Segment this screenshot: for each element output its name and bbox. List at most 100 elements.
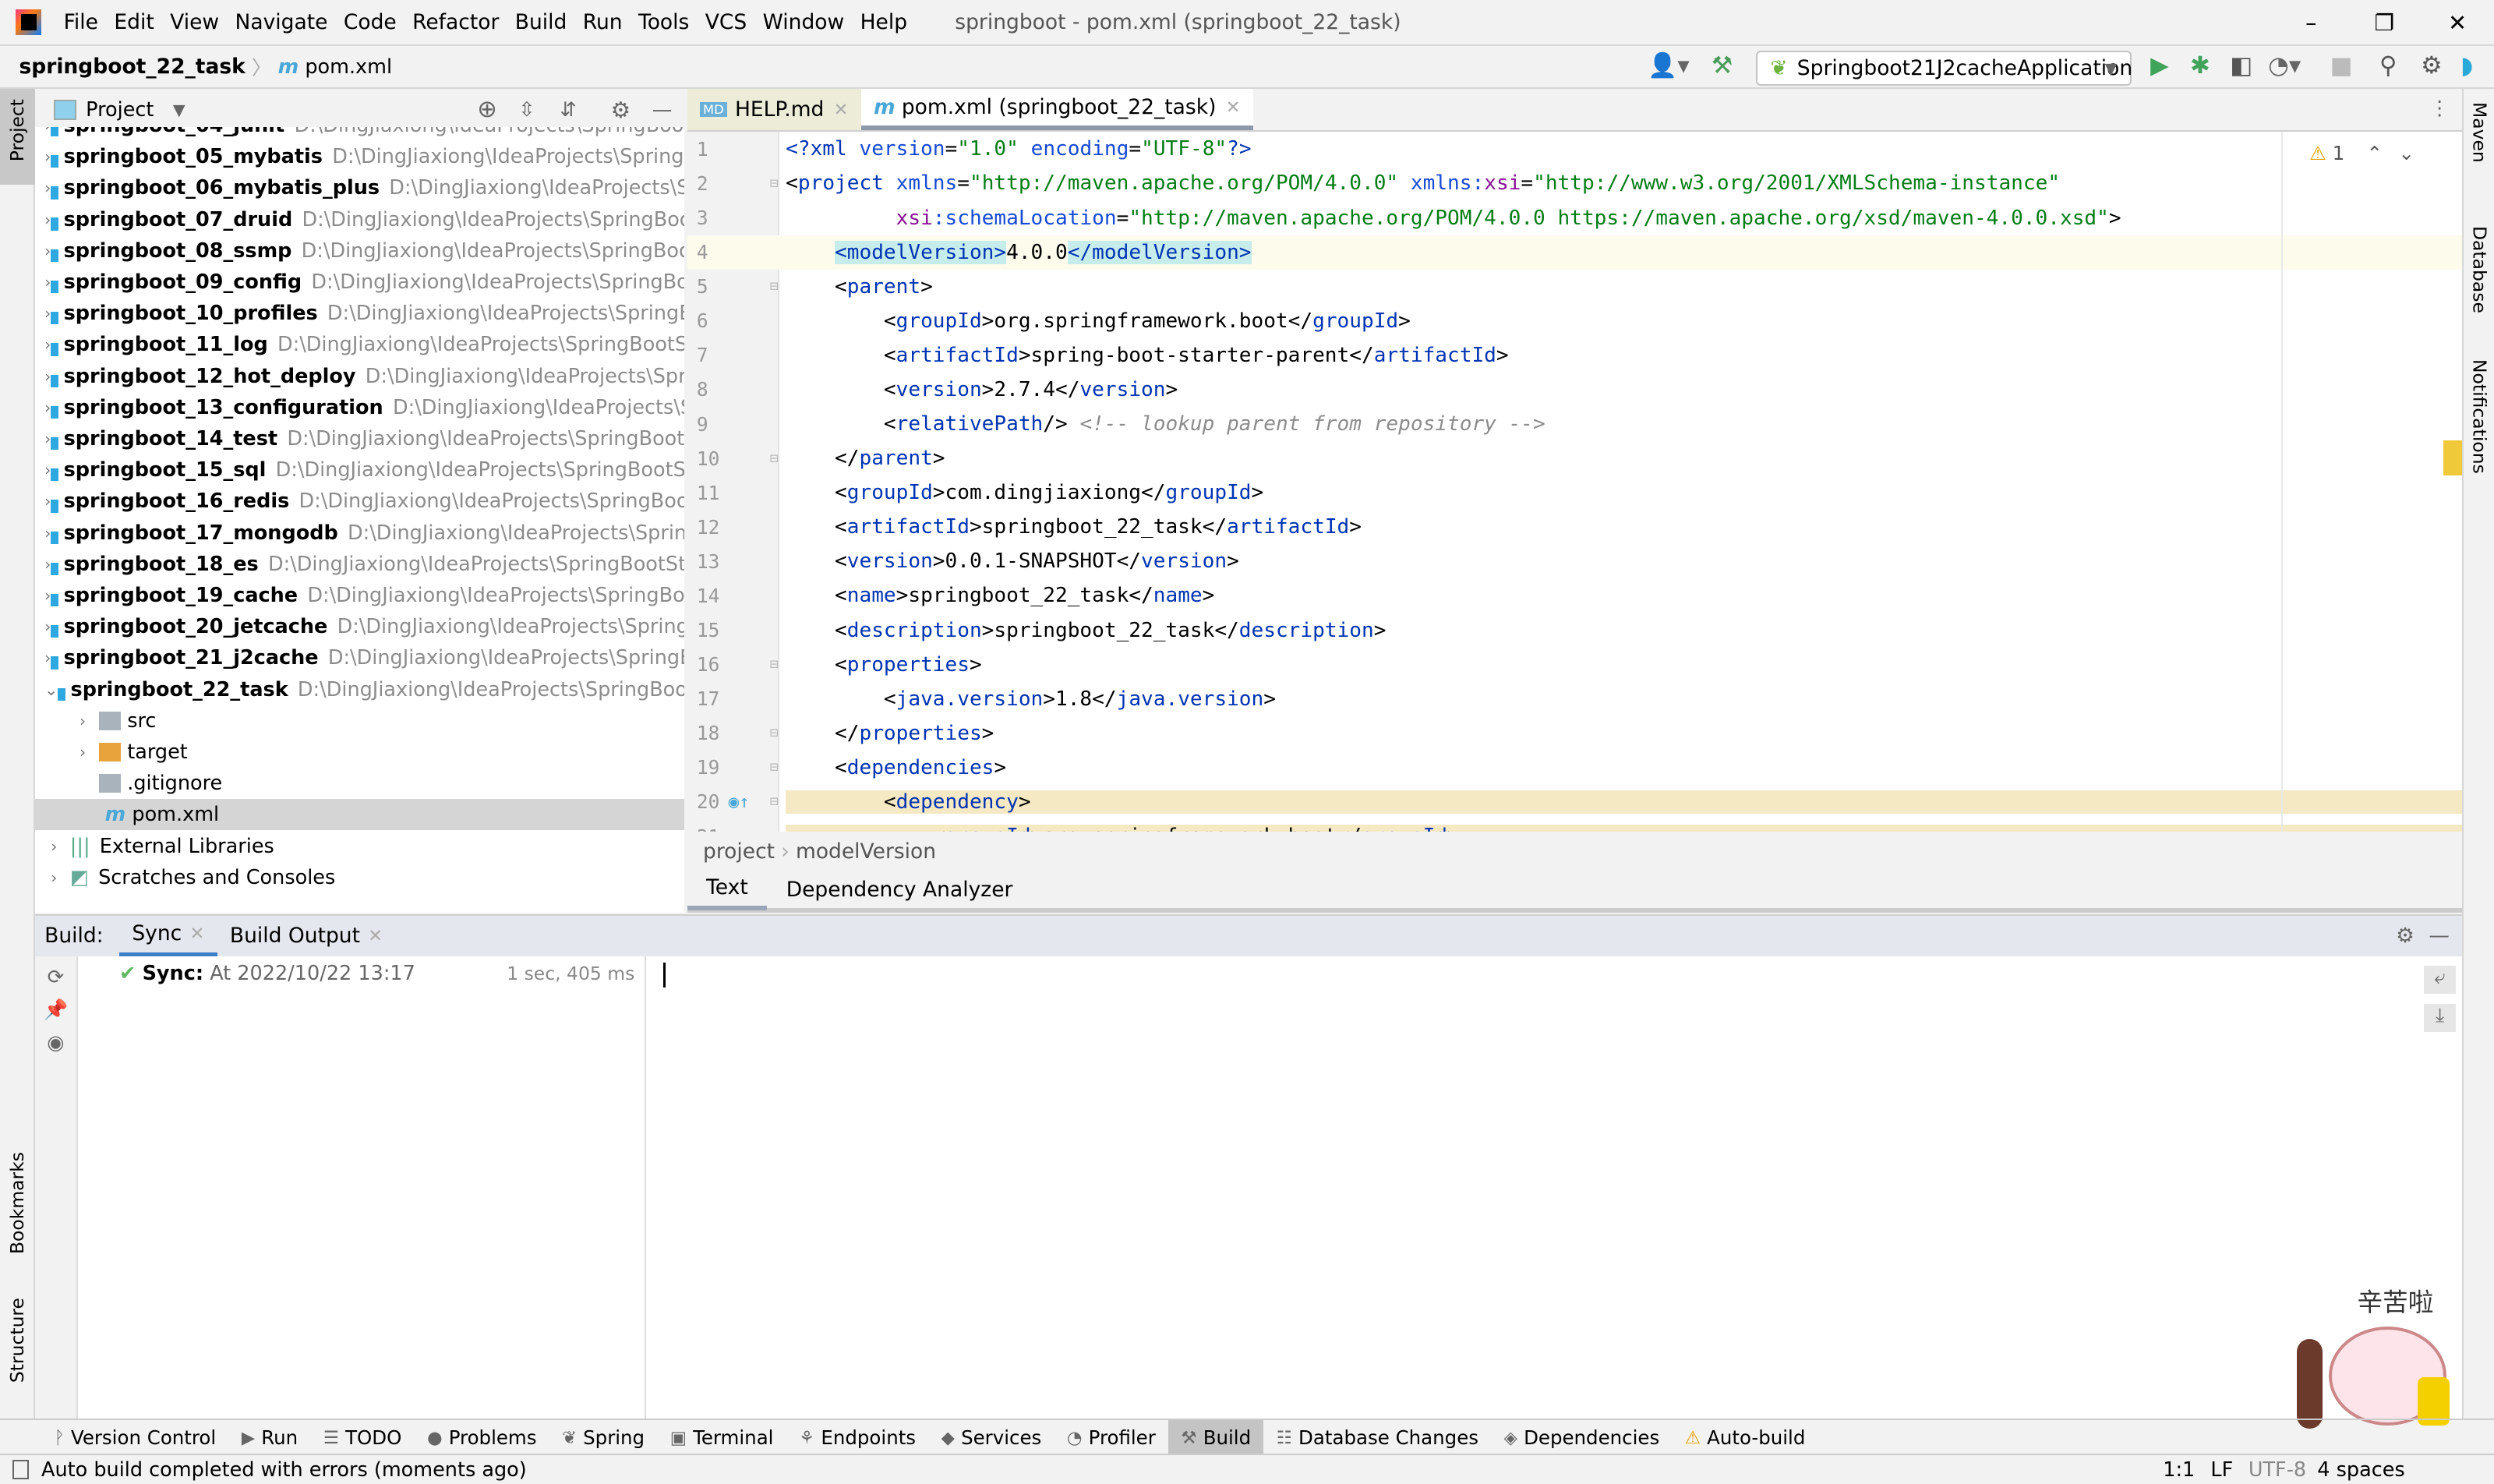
tab-build-output[interactable]: Build Output ✕ — [217, 915, 396, 956]
tool-window-version-control[interactable]: ᚹ Version Control — [41, 1420, 228, 1455]
inspection-widget[interactable]: ⚠ 1 ⌃ ⌄ — [2309, 142, 2415, 164]
chevron-right-icon[interactable]: › — [44, 398, 51, 417]
code-line[interactable]: 1 <?xml version="1.0" encoding="UTF-8"?> — [687, 132, 2463, 166]
menu-vcs[interactable]: VCS — [705, 10, 747, 34]
code-line[interactable]: 18 ⊟ </properties> — [687, 716, 2463, 751]
chevron-right-icon[interactable]: › — [44, 127, 51, 135]
expand-all-icon[interactable]: ⇳ — [518, 98, 535, 122]
coverage-icon[interactable]: ◧ — [2230, 52, 2252, 80]
vcs-user-icon[interactable]: 👤▾ — [1648, 52, 1689, 80]
code-line[interactable]: 4 <modelVersion>4.0.0</modelVersion> — [687, 235, 2463, 270]
chevron-right-icon[interactable]: › — [73, 743, 92, 761]
fold-marker-icon[interactable]: ⊟ — [770, 725, 779, 741]
menu-refactor[interactable]: Refactor — [412, 10, 499, 34]
tree-item-child[interactable]: › src — [35, 705, 684, 737]
nav-project[interactable]: springboot_22_task — [19, 55, 245, 79]
tab-help-md[interactable]: MD HELP.md ✕ — [687, 89, 861, 131]
code-line[interactable]: 14 <name>springboot_22_task</name> — [687, 578, 2463, 613]
tree-item-module[interactable]: › springboot_19_cache D:\DingJiaxiong\Idea… — [35, 580, 684, 611]
maximize-button[interactable]: ❐ — [2347, 0, 2421, 44]
project-stripe-button[interactable]: Project — [0, 89, 35, 185]
run-icon[interactable]: ▶ — [2150, 52, 2169, 80]
tree-item-module[interactable]: › springboot_13_configuration D:\DingJiaxi… — [35, 392, 684, 423]
chevron-right-icon[interactable]: › — [44, 868, 63, 887]
chevron-right-icon[interactable]: › — [44, 147, 51, 166]
fold-marker-icon[interactable]: ⊟ — [770, 450, 779, 467]
tool-window-run[interactable]: ▶ Run — [229, 1420, 311, 1455]
code-line[interactable]: 12 <artifactId>springboot_22_task</artif… — [687, 510, 2463, 544]
menu-tools[interactable]: Tools — [638, 10, 689, 34]
tree-item-module[interactable]: › springboot_04_junit D:\DingJiaxiong\Idea… — [35, 127, 684, 141]
code-line[interactable]: 20 ⊟ ◉↑ <dependency> — [687, 785, 2463, 819]
file-encoding[interactable]: UTF-8 — [2248, 1458, 2306, 1482]
code-line[interactable]: 21 <groupId>org.springframework.boot</gr… — [687, 819, 2463, 832]
tree-item-external-libraries[interactable]: › ||| External Libraries — [35, 830, 684, 861]
breadcrumb-modelversion[interactable]: modelVersion — [796, 839, 936, 864]
code-line[interactable]: 13 <version>0.0.1-SNAPSHOT</version> — [687, 544, 2463, 578]
code-line[interactable]: 10 ⊟ </parent> — [687, 441, 2463, 475]
code-line[interactable]: 3 xsi:schemaLocation="http://maven.apach… — [687, 201, 2463, 235]
chevron-right-icon[interactable]: › — [44, 429, 51, 448]
tree-item-module[interactable]: › springboot_06_mybatis_plus D:\DingJiaxio… — [35, 172, 684, 203]
maven-stripe-button[interactable]: Maven — [2468, 102, 2490, 163]
menu-window[interactable]: Window — [763, 10, 845, 34]
code-line[interactable]: 2 ⊟ <project xmlns="http://maven.apache.or… — [687, 166, 2463, 200]
tab-sync[interactable]: Sync ✕ — [119, 915, 217, 957]
chevron-right-icon[interactable]: › — [44, 273, 51, 292]
code-line[interactable]: 11 <groupId>com.dingjiaxiong</groupId> — [687, 475, 2463, 510]
fold-marker-icon[interactable]: ⊟ — [770, 656, 779, 673]
tree-item-module[interactable]: › springboot_14_test D:\DingJiaxiong\IdeaP… — [35, 423, 684, 454]
menu-code[interactable]: Code — [344, 10, 397, 34]
tool-window-services[interactable]: ◆ Services — [928, 1420, 1054, 1455]
search-icon[interactable]: ⚲ — [2379, 52, 2397, 80]
tool-window-endpoints[interactable]: ⚘ Endpoints — [786, 1420, 929, 1455]
breadcrumb-project[interactable]: project — [703, 839, 775, 864]
code-line[interactable]: 19 ⊟ <dependencies> — [687, 751, 2463, 785]
tree-item-module[interactable]: › springboot_09_config D:\DingJiaxiong\Ide… — [35, 267, 684, 298]
close-tab-icon[interactable]: ✕ — [834, 100, 849, 120]
scroll-to-end-icon[interactable]: ⤓ — [2424, 1003, 2456, 1033]
chevron-right-icon[interactable]: › — [44, 586, 51, 605]
debug-icon[interactable]: ✱ — [2190, 52, 2210, 80]
tool-window-build[interactable]: ⚒ Build — [1168, 1420, 1264, 1456]
gear-icon[interactable]: ⚙ — [2421, 52, 2442, 80]
tree-item-child[interactable]: m pom.xml — [34, 799, 684, 831]
code-line[interactable]: 17 <java.version>1.8</java.version> — [687, 682, 2463, 716]
structure-stripe-button[interactable]: Structure — [6, 1298, 28, 1383]
menu-edit[interactable]: Edit — [114, 10, 154, 34]
menu-build[interactable]: Build — [515, 10, 567, 34]
code-line[interactable]: 16 ⊟ <properties> — [687, 648, 2463, 682]
tool-window-todo[interactable]: ☰ TODO — [310, 1420, 414, 1455]
overrides-marker-icon[interactable]: ◉↑ — [729, 792, 750, 812]
fold-marker-icon[interactable]: ⊟ — [770, 759, 779, 776]
tree-item-module[interactable]: › springboot_15_sql D:\DingJiaxiong\IdeaPr… — [35, 454, 684, 486]
code-line[interactable]: 8 <version>2.7.4</version> — [687, 373, 2463, 407]
menu-run[interactable]: Run — [583, 10, 623, 34]
code-with-me-icon[interactable]: ◗ — [2460, 52, 2473, 80]
run-configuration-select[interactable]: ❦ Springboot21J2cacheApplication ▼ — [1756, 51, 2132, 87]
line-separator[interactable]: LF — [2210, 1458, 2233, 1482]
code-editor[interactable]: 1 <?xml version="1.0" encoding="UTF-8"?> 2… — [687, 132, 2463, 832]
menu-file[interactable]: File — [64, 10, 98, 34]
locate-icon[interactable]: ⊕ — [477, 96, 497, 123]
profiler-icon[interactable]: ◔▾ — [2268, 52, 2301, 80]
chevron-right-icon[interactable]: › — [44, 304, 51, 323]
tree-item-module[interactable]: › springboot_05_mybatis D:\DingJiaxiong\Id… — [35, 141, 684, 172]
tool-window-profiler[interactable]: ◔ Profiler — [1054, 1420, 1169, 1455]
sync-row[interactable]: ✔ Sync: At 2022/10/22 13:17 1 sec, 405 m… — [78, 956, 645, 991]
refresh-icon[interactable]: ⟳ — [35, 966, 76, 989]
tree-item-module[interactable]: › springboot_08_ssmp D:\DingJiaxiong\IdeaP… — [35, 235, 684, 267]
soft-wrap-icon[interactable]: ⤶ — [2424, 965, 2456, 995]
tree-item-module[interactable]: › springboot_18_es D:\DingJiaxiong\IdeaPro… — [35, 549, 684, 580]
tree-item-module[interactable]: › springboot_07_druid D:\DingJiaxiong\Idea… — [35, 203, 684, 235]
stop-icon[interactable]: ■ — [2330, 52, 2353, 80]
chevron-right-icon[interactable]: › — [44, 335, 51, 354]
code-line[interactable]: 9 <relativePath/> <!-- lookup parent fro… — [687, 407, 2463, 441]
code-line[interactable]: 15 <description>springboot_22_task</desc… — [687, 613, 2463, 648]
fold-marker-icon[interactable]: ⊟ — [770, 793, 779, 810]
caret-position[interactable]: 1:1 — [2163, 1458, 2195, 1482]
code-line[interactable]: 5 ⊟ <parent> — [687, 270, 2463, 304]
close-tab-icon[interactable]: ✕ — [1226, 97, 1241, 118]
tree-item-module[interactable]: › springboot_21_j2cache D:\DingJiaxiong\Id… — [35, 642, 684, 673]
fold-marker-icon[interactable]: ⊟ — [770, 175, 779, 192]
